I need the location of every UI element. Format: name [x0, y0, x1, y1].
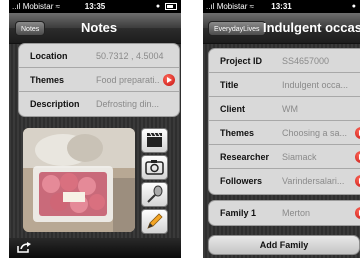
followers-row[interactable]: Followers Varindersalari...	[209, 169, 360, 193]
title-value: Indulgent occa...	[282, 80, 349, 90]
navigation-bar: Notes Notes	[9, 13, 181, 44]
status-bar: ..ıl Mobistar ≈ 13:35 ●	[9, 0, 181, 13]
disclosure-arrow-icon[interactable]	[355, 151, 360, 163]
lock-icon: ●	[155, 3, 161, 10]
client-row: Client WM	[209, 97, 360, 121]
clapperboard-icon	[147, 132, 162, 147]
disclosure-arrow-icon[interactable]	[355, 207, 360, 219]
themes-row[interactable]: Themes Food preparati...	[19, 68, 179, 92]
themes-value: Choosing a sa...	[282, 128, 348, 138]
text-note-button[interactable]	[141, 209, 168, 234]
description-row[interactable]: Description Defrosting din...	[19, 92, 179, 116]
project-fields-group: Project ID SS4657000 Title Indulgent occ…	[208, 48, 360, 195]
researcher-value: Siamack	[282, 152, 317, 162]
camera-button[interactable]	[141, 155, 168, 180]
battery-icon	[165, 2, 177, 10]
bottom-toolbar	[9, 238, 181, 258]
field-label: Researcher	[220, 152, 270, 162]
field-label: Family 1	[220, 208, 257, 218]
status-time: 13:31	[271, 2, 292, 11]
add-family-button[interactable]: Add Family	[208, 235, 360, 255]
camera-icon	[145, 160, 164, 175]
field-label: Location	[30, 51, 68, 61]
description-value: Defrosting din...	[96, 99, 160, 109]
disclosure-arrow-icon[interactable]	[163, 74, 175, 86]
navigation-bar: EverydayLives Indulgent occasion	[203, 13, 360, 44]
note-fields-group: Location 50.7312 , 4.5004 Themes Food pr…	[18, 43, 180, 117]
field-label: Themes	[220, 128, 255, 138]
note-photo[interactable]	[23, 128, 135, 232]
family-group: Family 1 Merton	[208, 200, 360, 226]
back-button[interactable]: Notes	[15, 21, 46, 36]
lock-icon: ●	[351, 3, 356, 10]
status-bar: ..ıl Mobistar ≈ 13:31 ●	[203, 0, 360, 13]
project-id-value: SS4657000	[282, 56, 330, 66]
page-title: Indulgent occasion	[263, 20, 360, 35]
audio-button[interactable]	[141, 182, 168, 207]
field-label: Client	[220, 104, 246, 114]
disclosure-arrow-icon[interactable]	[355, 127, 360, 139]
project-screen: ..ıl Mobistar ≈ 13:31 ● EverydayLives In…	[203, 0, 360, 258]
family-row[interactable]: Family 1 Merton	[209, 201, 360, 225]
pencil-icon	[147, 213, 163, 229]
field-label: Followers	[220, 176, 263, 186]
field-label: Description	[30, 99, 80, 109]
back-button[interactable]: EverydayLives	[208, 21, 266, 36]
microphone-icon	[147, 185, 163, 203]
field-label: Title	[220, 80, 239, 90]
notes-screen: ..ıl Mobistar ≈ 13:35 ● Notes Notes Loca…	[9, 0, 181, 258]
video-button[interactable]	[141, 128, 168, 153]
family-value: Merton	[282, 208, 311, 218]
disclosure-arrow-icon[interactable]	[355, 175, 360, 187]
followers-value: Varindersalari...	[282, 176, 345, 186]
project-id-row: Project ID SS4657000	[209, 49, 360, 73]
field-label: Project ID	[220, 56, 263, 66]
location-row: Location 50.7312 , 4.5004	[19, 44, 179, 68]
page-title: Notes	[81, 20, 118, 35]
title-row: Title Indulgent occa...	[209, 73, 360, 97]
themes-row[interactable]: Themes Choosing a sa...	[209, 121, 360, 145]
location-value: 50.7312 , 4.5004	[96, 51, 164, 61]
client-value: WM	[282, 104, 298, 114]
themes-value: Food preparati...	[96, 75, 160, 85]
food-photo-image	[23, 128, 135, 232]
field-label: Themes	[30, 75, 65, 85]
researcher-row[interactable]: Researcher Siamack	[209, 145, 360, 169]
share-icon[interactable]	[17, 242, 31, 253]
